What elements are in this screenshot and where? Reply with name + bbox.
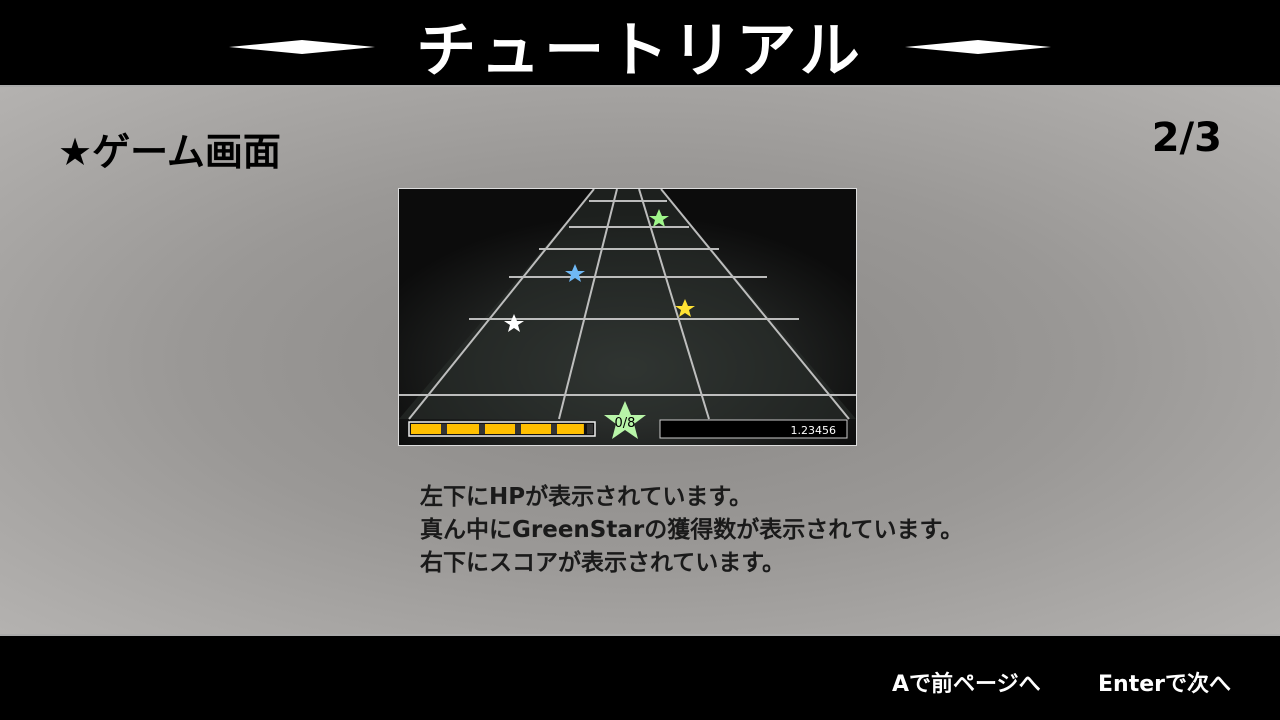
description-line: 真ん中にGreenStarの獲得数が表示されています。 (420, 517, 964, 543)
prev-page-button[interactable]: Aで前ページへ (892, 666, 1041, 698)
hp-bar-fill (411, 424, 584, 434)
footer-bar: Aで前ページへ Enterで次へ (0, 636, 1280, 720)
game-screen-preview: 0/8 1.23456 (398, 188, 857, 446)
section-heading: ★ゲーム画面 (58, 130, 281, 174)
next-page-button[interactable]: Enterで次へ (1098, 666, 1231, 698)
description-line: 左下にHPが表示されています。 (420, 484, 753, 510)
score-value: 1.23456 (791, 424, 837, 437)
page-indicator: 2/3 (1151, 115, 1222, 161)
title-bar: チュートリアル (0, 0, 1280, 86)
tutorial-panel: ★ゲーム画面 2/3 0/8 1.23456 左下にHPが表示されています。 真… (0, 85, 1280, 636)
description-line: 右下にスコアが表示されています。 (420, 550, 786, 576)
game-preview-graphic: 0/8 1.23456 (399, 188, 856, 445)
description: 左下にHPが表示されています。 真ん中にGreenStarの獲得数が表示されてい… (420, 481, 963, 580)
green-star-count: 0/8 (615, 416, 636, 431)
screen-title: チュートリアル (416, 16, 864, 86)
